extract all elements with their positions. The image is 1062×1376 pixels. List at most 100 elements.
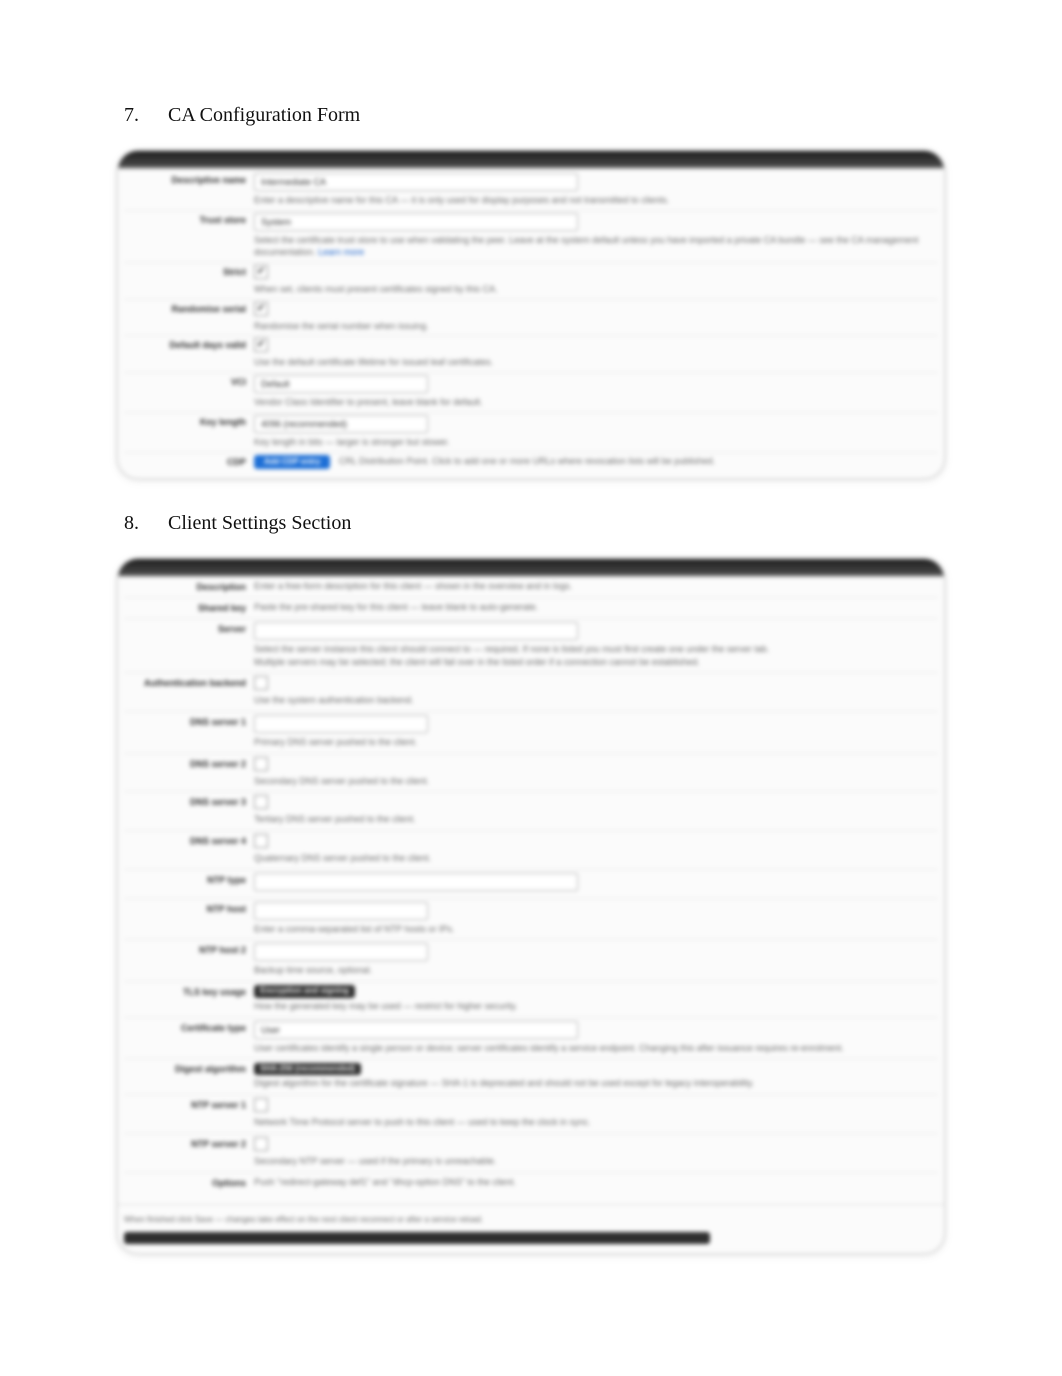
row-dns3: DNS server 3 Tertiary DNS server pushed … bbox=[124, 791, 938, 830]
row-randomise-serial: Randomise serial Randomise the serial nu… bbox=[124, 299, 938, 336]
input-dns1[interactable] bbox=[254, 715, 428, 733]
figure-ca-config: Descriptive name Intermediate CA Enter a… bbox=[116, 149, 946, 480]
label-tls-usage: TLS key usage bbox=[124, 985, 254, 998]
label-cdp: CDP bbox=[124, 455, 254, 468]
hint-digest: Digest algorithm for the certificate sig… bbox=[254, 1078, 938, 1090]
label-dns1: DNS server 1 bbox=[124, 715, 254, 728]
hint-tls-usage: How the generated key may be used — rest… bbox=[254, 1001, 938, 1013]
label-ntp-server1: NTP server 1 bbox=[124, 1098, 254, 1111]
list-title-7: CA Configuration Form bbox=[168, 104, 1062, 127]
figure-8-wrap: Description Enter a free-form descriptio… bbox=[0, 557, 1062, 1255]
row-auth-backend: Authentication backend Use the system au… bbox=[124, 672, 938, 711]
row-server: Server Select the server instance this c… bbox=[124, 618, 938, 672]
label-trust-store: Trust store bbox=[124, 213, 254, 226]
row-ntp-server1: NTP server 1 Network Time Protocol serve… bbox=[124, 1094, 938, 1133]
hint-dns1: Primary DNS server pushed to the client. bbox=[254, 737, 417, 747]
label-ntp-server2: NTP server 2 bbox=[124, 1137, 254, 1150]
label-ntp-host2: NTP host 2 bbox=[124, 943, 254, 956]
figure-7-wrap: Descriptive name Intermediate CA Enter a… bbox=[0, 149, 1062, 480]
label-cert-type: Certificate type bbox=[124, 1021, 254, 1034]
label-vci: VCI bbox=[124, 375, 254, 388]
hint-key-length: Key length in bits — larger is stronger … bbox=[254, 437, 450, 447]
hint-trust-store: Select the certificate trust store to us… bbox=[254, 235, 918, 258]
hint-options: Push "redirect-gateway def1" and "dhcp-o… bbox=[254, 1177, 516, 1187]
hint-auth-backend: Use the system authentication backend. bbox=[254, 695, 414, 705]
row-ntp-host: NTP host Enter a comma-separated list of… bbox=[124, 898, 938, 940]
checkbox-randomise[interactable] bbox=[254, 302, 268, 316]
select-key-length[interactable]: 4096 (recommended) bbox=[254, 415, 428, 433]
row-digest-alg: Digest algorithm SHA-256 (recommended) D… bbox=[124, 1058, 938, 1094]
row-vci: VCI Default Vendor Class Identifier to p… bbox=[124, 372, 938, 412]
label-strict: Strict bbox=[124, 265, 254, 278]
label-ntp-host: NTP host bbox=[124, 902, 254, 915]
hint-randomise: Randomise the serial number when issuing… bbox=[254, 321, 429, 331]
label-randomise: Randomise serial bbox=[124, 302, 254, 315]
select-ntp-type[interactable] bbox=[254, 873, 578, 891]
input-ntp-host2[interactable] bbox=[254, 943, 428, 961]
checkbox-ntp-server1[interactable] bbox=[254, 1098, 268, 1112]
label-dns4: DNS server 4 bbox=[124, 834, 254, 847]
label-dns3: DNS server 3 bbox=[124, 795, 254, 808]
label-default-days: Default days valid bbox=[124, 338, 254, 351]
input-descriptive-name[interactable]: Intermediate CA bbox=[254, 173, 578, 191]
hint-dns3: Tertiary DNS server pushed to the client… bbox=[254, 814, 416, 824]
figure-header-bar bbox=[118, 151, 944, 169]
figure-body: Descriptive name Intermediate CA Enter a… bbox=[118, 169, 944, 478]
input-vci[interactable]: Default bbox=[254, 375, 428, 393]
checkbox-default-days[interactable] bbox=[254, 338, 268, 352]
row-dns1: DNS server 1 Primary DNS server pushed t… bbox=[124, 711, 938, 753]
row-descriptive-name: Descriptive name Intermediate CA Enter a… bbox=[124, 169, 938, 210]
row-key-length: Key length 4096 (recommended) Key length… bbox=[124, 412, 938, 452]
label-key-length: Key length bbox=[124, 415, 254, 428]
hint-cert-type: User certificates identify a single pers… bbox=[254, 1043, 844, 1053]
hint-server-2: Multiple servers may be selected; the cl… bbox=[254, 657, 700, 667]
label-descriptive-name: Descriptive name bbox=[124, 173, 254, 186]
checkbox-ntp-server2[interactable] bbox=[254, 1137, 268, 1151]
checkbox-auth-backend[interactable] bbox=[254, 676, 268, 690]
hint-strict: When set, clients must present certifica… bbox=[254, 284, 498, 294]
select-trust-store[interactable]: System bbox=[254, 213, 578, 231]
select-cert-type[interactable]: User bbox=[254, 1021, 578, 1039]
hint-cdp: CRL Distribution Point. Click to add one… bbox=[339, 456, 715, 466]
hint-server: Select the server instance this client s… bbox=[254, 644, 769, 654]
checkbox-dns3[interactable] bbox=[254, 795, 268, 809]
hint-ntp-server2: Secondary NTP server — used if the prima… bbox=[254, 1156, 496, 1166]
row-trust-store: Trust store System Select the certificat… bbox=[124, 210, 938, 262]
label-shared-key: Shared key bbox=[124, 601, 254, 614]
label-ntp-type: NTP type bbox=[124, 873, 254, 886]
hint-default-days: Use the default certificate lifetime for… bbox=[254, 357, 493, 367]
button-add-cdp[interactable]: Add CDP entry bbox=[254, 455, 330, 470]
checkbox-dns2[interactable] bbox=[254, 757, 268, 771]
hint-ntp-server1: Network Time Protocol server to push to … bbox=[254, 1117, 591, 1127]
select-server[interactable] bbox=[254, 622, 578, 640]
row-dns2: DNS server 2 Secondary DNS server pushed… bbox=[124, 753, 938, 792]
row-options: Options Push "redirect-gateway def1" and… bbox=[124, 1172, 938, 1193]
label-options: Options bbox=[124, 1176, 254, 1189]
list-number-8: 8. bbox=[124, 512, 168, 535]
hint-dns2: Secondary DNS server pushed to the clien… bbox=[254, 776, 429, 786]
row-description: Description Enter a free-form descriptio… bbox=[124, 577, 938, 597]
list-title-8: Client Settings Section bbox=[168, 512, 1062, 535]
row-dns4: DNS server 4 Quaternary DNS server pushe… bbox=[124, 830, 938, 869]
row-ntp-host2: NTP host 2 Backup time source, optional. bbox=[124, 939, 938, 981]
hint-shared-key: Paste the pre-shared key for this client… bbox=[254, 602, 538, 612]
footer-hint: When finished click Save — changes take … bbox=[124, 1215, 483, 1224]
figure-client-settings: Description Enter a free-form descriptio… bbox=[116, 557, 946, 1255]
hint-description: Enter a free-form description for this c… bbox=[254, 581, 572, 591]
input-ntp-host[interactable] bbox=[254, 902, 428, 920]
row-cdp: CDP Add CDP entry CRL Distribution Point… bbox=[124, 452, 938, 473]
row-tls-key-usage: TLS key usage Encryption and signing How… bbox=[124, 981, 938, 1017]
list-number-7: 7. bbox=[124, 104, 168, 127]
footer-bar bbox=[124, 1232, 710, 1244]
checkbox-dns4[interactable] bbox=[254, 834, 268, 848]
figure-header-bar-2 bbox=[118, 559, 944, 577]
pill-tls-usage[interactable]: Encryption and signing bbox=[254, 985, 355, 998]
hint-vci: Vendor Class Identifier to present, leav… bbox=[254, 397, 483, 407]
row-strict: Strict When set, clients must present ce… bbox=[124, 262, 938, 299]
row-ntp-type: NTP type bbox=[124, 869, 938, 898]
label-digest: Digest algorithm bbox=[124, 1062, 254, 1075]
list-item-7: 7. CA Configuration Form bbox=[124, 104, 1062, 127]
pill-digest[interactable]: SHA-256 (recommended) bbox=[254, 1063, 361, 1076]
checkbox-strict[interactable] bbox=[254, 265, 268, 279]
row-default-days: Default days valid Use the default certi… bbox=[124, 335, 938, 372]
